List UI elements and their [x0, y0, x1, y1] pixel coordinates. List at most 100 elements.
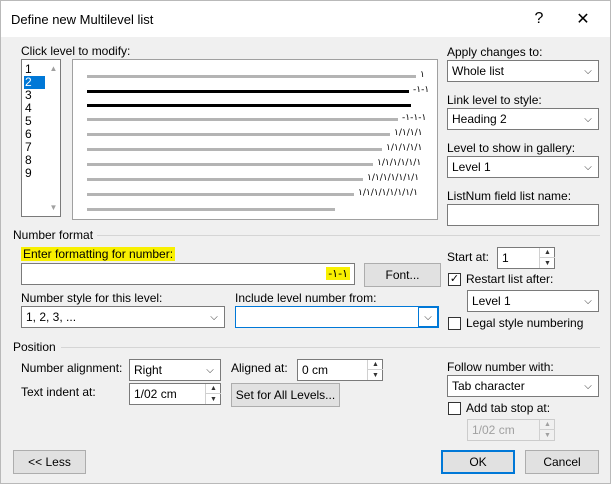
title-bar: Define new Multilevel list ? ✕: [1, 1, 610, 37]
preview-number: ١/١/١/١/١/١/١: [367, 173, 420, 183]
number-format-input[interactable]: -١-١: [21, 263, 355, 285]
link-level-combo[interactable]: Heading 2 ⌵: [447, 108, 599, 130]
preview-line: [87, 178, 363, 181]
enter-formatting-label: Enter formatting for number:: [21, 247, 176, 261]
level-list-label: Click level to modify:: [21, 44, 131, 58]
multilevel-list-dialog: Define new Multilevel list ? ✕ Click lev…: [0, 0, 611, 484]
listnum-input[interactable]: [447, 204, 599, 226]
chevron-down-icon: ⌵: [206, 364, 214, 376]
gallery-level-label: Level to show in gallery:: [447, 141, 576, 155]
font-button-label: Font...: [385, 268, 420, 282]
spin-down-icon[interactable]: ▼: [205, 394, 221, 404]
preview-number: ١/١/١/١/١/١/١/١: [358, 188, 418, 198]
preview-line: [87, 163, 373, 166]
aligned-at-value: 0 cm: [302, 363, 329, 377]
number-alignment-combo[interactable]: Right ⌵: [129, 359, 221, 381]
start-at-spinner[interactable]: 1 ▲ ▼: [497, 247, 555, 269]
chevron-down-icon: ⌵: [210, 311, 218, 323]
apply-changes-value: Whole list: [452, 64, 505, 78]
restart-level-combo[interactable]: Level 1 ⌵: [467, 290, 599, 312]
aligned-at-spinner[interactable]: 0 cm ▲ ▼: [297, 359, 383, 381]
link-level-label: Link level to style:: [447, 93, 542, 107]
gallery-level-value: Level 1: [452, 160, 491, 174]
chevron-down-icon: ⌵: [584, 295, 592, 307]
add-tab-stop-checkbox[interactable]: [448, 402, 461, 415]
legal-style-checkbox[interactable]: [448, 317, 461, 330]
position-section-label: Position: [13, 340, 56, 354]
number-alignment-label: Number alignment:: [21, 361, 123, 375]
number-style-label: Number style for this level:: [21, 291, 163, 305]
preview-number: ١: [420, 70, 425, 80]
preview-line: [87, 193, 354, 196]
aligned-at-label: Aligned at:: [231, 361, 288, 375]
listnum-label: ListNum field list name:: [447, 189, 572, 203]
scroll-down-icon[interactable]: ▼: [47, 201, 60, 214]
level-item[interactable]: 9: [24, 167, 32, 180]
preview-number: ١/١/١/١/١: [386, 143, 423, 153]
less-button-label: << Less: [28, 455, 71, 469]
text-indent-value: 1/02 cm: [134, 387, 177, 401]
help-button[interactable]: ?: [519, 5, 559, 33]
number-alignment-value: Right: [134, 363, 163, 377]
restart-level-value: Level 1: [472, 294, 511, 308]
spin-up-icon[interactable]: ▲: [539, 248, 555, 258]
preview-line: [87, 148, 382, 151]
dialog-title: Define new Multilevel list: [11, 12, 154, 27]
cancel-button[interactable]: Cancel: [525, 450, 599, 474]
follow-number-value: Tab character: [452, 379, 525, 393]
follow-number-combo[interactable]: Tab character ⌵: [447, 375, 599, 397]
preview-line: [87, 104, 411, 107]
preview-line: [87, 75, 416, 78]
chevron-down-icon: ⌵: [584, 380, 592, 392]
tab-stop-spinner: 1/02 cm ▲ ▼: [467, 419, 555, 441]
preview-number: -١-١: [413, 85, 430, 95]
list-preview: ١ -١-١ -١-١-١ ١/١/١/١ ١/١/١/١/١ ١/١/١/١/١/١ ١/…: [72, 59, 438, 220]
set-for-all-levels-label: Set for All Levels...: [235, 388, 336, 402]
text-indent-spinner[interactable]: 1/02 cm ▲ ▼: [129, 383, 221, 405]
set-for-all-levels-button[interactable]: Set for All Levels...: [231, 383, 340, 407]
chevron-down-icon: ⌵: [584, 161, 592, 173]
scroll-up-icon[interactable]: ▲: [47, 62, 60, 75]
restart-list-label: Restart list after:: [466, 272, 554, 286]
apply-changes-label: Apply changes to:: [447, 45, 543, 59]
start-at-value: 1: [502, 251, 509, 265]
preview-number: ١/١/١/١/١/١: [377, 158, 422, 168]
preview-number: ١/١/١/١: [394, 128, 423, 138]
chevron-down-icon: ⌵: [418, 307, 438, 327]
tab-stop-value: 1/02 cm: [472, 423, 515, 437]
include-level-combo[interactable]: ⌵: [235, 306, 439, 328]
preview-number: -١-١-١: [402, 113, 427, 123]
spin-up-icon: ▲: [539, 420, 555, 430]
start-at-label: Start at:: [447, 250, 490, 264]
chevron-down-icon: ⌵: [584, 113, 592, 125]
legal-style-label: Legal style numbering: [466, 316, 584, 330]
chevron-down-icon: ⌵: [584, 65, 592, 77]
text-indent-label: Text indent at:: [21, 385, 96, 399]
apply-changes-combo[interactable]: Whole list ⌵: [447, 60, 599, 82]
include-level-label: Include level number from:: [235, 291, 377, 305]
font-button[interactable]: Font...: [364, 263, 441, 287]
spin-down-icon[interactable]: ▼: [539, 258, 555, 268]
number-style-combo[interactable]: 1, 2, 3, ... ⌵: [21, 306, 225, 328]
ok-button[interactable]: OK: [441, 450, 515, 474]
close-button[interactable]: ✕: [563, 5, 603, 33]
spin-down-icon[interactable]: ▼: [367, 370, 383, 380]
ok-button-label: OK: [469, 455, 487, 469]
preview-line: [87, 90, 409, 93]
link-level-value: Heading 2: [452, 112, 507, 126]
gallery-level-combo[interactable]: Level 1 ⌵: [447, 156, 599, 178]
cancel-button-label: Cancel: [543, 455, 581, 469]
preview-line: [87, 118, 398, 121]
number-style-value: 1, 2, 3, ...: [26, 310, 77, 324]
less-button[interactable]: << Less: [13, 450, 86, 474]
level-listbox[interactable]: 123456789 ▲ ▼: [21, 59, 61, 217]
spin-up-icon[interactable]: ▲: [367, 360, 383, 370]
restart-list-checkbox[interactable]: ✓: [448, 273, 461, 286]
spin-down-icon: ▼: [539, 430, 555, 440]
section-divider: [97, 235, 600, 236]
preview-line: [87, 208, 335, 211]
follow-number-label: Follow number with:: [447, 360, 554, 374]
preview-line: [87, 133, 390, 136]
section-divider: [61, 347, 600, 348]
spin-up-icon[interactable]: ▲: [205, 384, 221, 394]
